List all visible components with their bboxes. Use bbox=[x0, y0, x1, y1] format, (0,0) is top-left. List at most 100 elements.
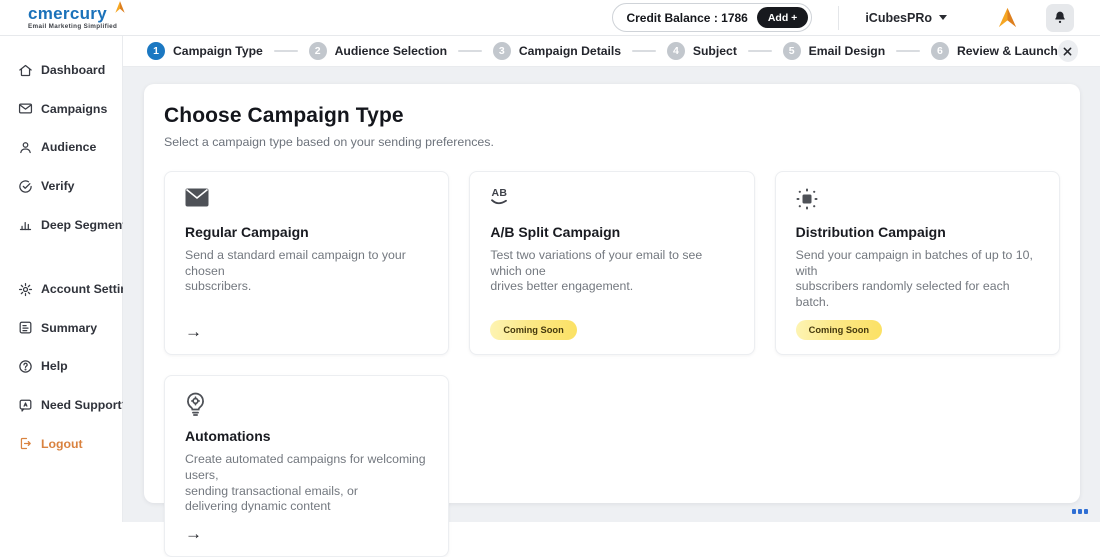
card-action: Coming Soon bbox=[490, 310, 733, 340]
card-title: Distribution Campaign bbox=[796, 224, 1039, 240]
sidebar-item-logout[interactable]: Logout bbox=[0, 424, 122, 463]
step-label: Campaign Details bbox=[519, 44, 621, 58]
envelope-filled-icon bbox=[185, 188, 428, 214]
step-campaign-details[interactable]: 3 Campaign Details bbox=[493, 42, 621, 60]
go-arrow[interactable]: → bbox=[185, 525, 202, 542]
batch-distribution-icon bbox=[796, 188, 1039, 214]
card-description: Send a standard email campaign to your c… bbox=[185, 248, 428, 295]
card-title: A/B Split Campaign bbox=[490, 224, 733, 240]
step-subject[interactable]: 4 Subject bbox=[667, 42, 737, 60]
sidebar-item-audience[interactable]: Audience bbox=[0, 128, 122, 167]
step-review-launch[interactable]: 6 Review & Launch bbox=[931, 42, 1058, 60]
step-label: Subject bbox=[693, 44, 737, 58]
account-name: iCubesPRo bbox=[865, 11, 932, 25]
sidebar-item-help[interactable]: Help bbox=[0, 347, 122, 386]
campaign-stepper: 1 Campaign Type 2 Audience Selection 3 C… bbox=[123, 36, 1100, 67]
header-divider bbox=[838, 6, 839, 30]
sidebar-item-summary[interactable]: Summary bbox=[0, 309, 122, 348]
automation-bulb-icon bbox=[185, 392, 428, 418]
card-description: Test two variations of your email to see… bbox=[490, 248, 733, 295]
sidebar-item-deep-segments[interactable]: Deep Segments bbox=[0, 205, 122, 244]
logout-icon bbox=[18, 436, 33, 451]
go-arrow[interactable]: → bbox=[185, 323, 202, 340]
close-icon bbox=[1063, 47, 1072, 56]
step-label: Review & Launch bbox=[957, 44, 1058, 58]
header-actions: Credit Balance : 1786 Add + iCubesPRo bbox=[612, 3, 1074, 32]
sidebar-item-label: Campaigns bbox=[41, 102, 107, 116]
person-icon bbox=[18, 140, 33, 155]
brand-logo[interactable]: cmercury Email Marketing Simplified bbox=[28, 5, 117, 30]
step-connector bbox=[632, 50, 656, 52]
step-label: Email Design bbox=[809, 44, 886, 58]
card-action: → bbox=[185, 515, 428, 542]
card-description: Send your campaign in batches of up to 1… bbox=[796, 248, 1039, 310]
card-description: Create automated campaigns for welcoming… bbox=[185, 452, 428, 514]
bar-chart-icon bbox=[18, 217, 33, 232]
ab-split-icon: AB bbox=[490, 188, 733, 214]
account-dropdown[interactable]: iCubesPRo bbox=[865, 11, 947, 25]
notifications-button[interactable] bbox=[1046, 4, 1074, 32]
coming-soon-badge: Coming Soon bbox=[490, 320, 576, 340]
sidebar-item-verify[interactable]: Verify bbox=[0, 167, 122, 206]
step-campaign-type[interactable]: 1 Campaign Type bbox=[147, 42, 263, 60]
app-body: Dashboard Campaigns Audience Verify Deep… bbox=[0, 36, 1100, 522]
sidebar-item-label: Help bbox=[41, 359, 68, 373]
step-connector bbox=[748, 50, 772, 52]
sidebar-item-label: Dashboard bbox=[41, 63, 105, 77]
check-circle-icon bbox=[18, 179, 33, 194]
top-header: cmercury Email Marketing Simplified Cred… bbox=[0, 0, 1100, 36]
summary-card-icon bbox=[18, 320, 33, 335]
step-label: Audience Selection bbox=[335, 44, 447, 58]
brand-tagline: Email Marketing Simplified bbox=[28, 24, 117, 30]
card-title: Regular Campaign bbox=[185, 224, 428, 240]
step-number: 6 bbox=[931, 42, 949, 60]
campaign-type-cards: Regular Campaign Send a standard email c… bbox=[164, 171, 1060, 557]
send-arrow-icon[interactable] bbox=[995, 6, 1020, 29]
card-distribution-campaign[interactable]: Distribution Campaign Send your campaign… bbox=[775, 171, 1060, 355]
step-number: 3 bbox=[493, 42, 511, 60]
sidebar: Dashboard Campaigns Audience Verify Deep… bbox=[0, 36, 123, 522]
sidebar-item-label: Need Support? bbox=[41, 398, 129, 412]
support-chat-icon bbox=[18, 398, 33, 413]
add-credits-button[interactable]: Add + bbox=[757, 7, 808, 28]
sidebar-item-label: Summary bbox=[41, 321, 97, 335]
step-email-design[interactable]: 5 Email Design bbox=[783, 42, 886, 60]
bell-icon bbox=[1053, 10, 1067, 25]
sidebar-item-need-support[interactable]: Need Support? bbox=[0, 386, 122, 425]
brand-name: cmercury bbox=[28, 5, 117, 22]
card-action: → bbox=[185, 313, 428, 340]
coming-soon-badge: Coming Soon bbox=[796, 320, 882, 340]
step-number: 5 bbox=[783, 42, 801, 60]
question-circle-icon bbox=[18, 359, 33, 374]
page-title: Choose Campaign Type bbox=[164, 104, 1060, 128]
credit-balance-label: Credit Balance : 1786 bbox=[626, 11, 747, 25]
card-title: Automations bbox=[185, 428, 428, 444]
step-connector bbox=[458, 50, 482, 52]
step-number: 4 bbox=[667, 42, 685, 60]
brand-arrow-icon bbox=[113, 0, 127, 18]
sidebar-item-label: Audience bbox=[41, 140, 96, 154]
campaign-type-panel: Choose Campaign Type Select a campaign t… bbox=[144, 84, 1080, 503]
step-connector bbox=[896, 50, 920, 52]
step-number: 2 bbox=[309, 42, 327, 60]
card-ab-split-campaign[interactable]: AB A/B Split Campaign Test two variation… bbox=[469, 171, 754, 355]
chat-widget-glyph[interactable] bbox=[1072, 509, 1088, 514]
card-regular-campaign[interactable]: Regular Campaign Send a standard email c… bbox=[164, 171, 449, 355]
sidebar-item-dashboard[interactable]: Dashboard bbox=[0, 51, 122, 90]
step-label: Campaign Type bbox=[173, 44, 263, 58]
card-action: Coming Soon bbox=[796, 310, 1039, 340]
content-area: Choose Campaign Type Select a campaign t… bbox=[123, 67, 1100, 522]
home-icon bbox=[18, 63, 33, 78]
main-area: 1 Campaign Type 2 Audience Selection 3 C… bbox=[123, 36, 1100, 522]
sidebar-item-campaigns[interactable]: Campaigns bbox=[0, 90, 122, 129]
step-audience-selection[interactable]: 2 Audience Selection bbox=[309, 42, 447, 60]
sidebar-item-label: Deep Segments bbox=[41, 218, 133, 232]
close-wizard-button[interactable] bbox=[1058, 40, 1078, 62]
sidebar-item-label: Verify bbox=[41, 179, 75, 193]
step-connector bbox=[274, 50, 298, 52]
page-subtitle: Select a campaign type based on your sen… bbox=[164, 135, 1060, 149]
card-automations[interactable]: Automations Create automated campaigns f… bbox=[164, 375, 449, 556]
sidebar-item-label: Logout bbox=[41, 437, 83, 451]
chevron-down-icon bbox=[939, 15, 947, 20]
sidebar-item-account-settings[interactable]: Account Settings bbox=[0, 270, 122, 309]
